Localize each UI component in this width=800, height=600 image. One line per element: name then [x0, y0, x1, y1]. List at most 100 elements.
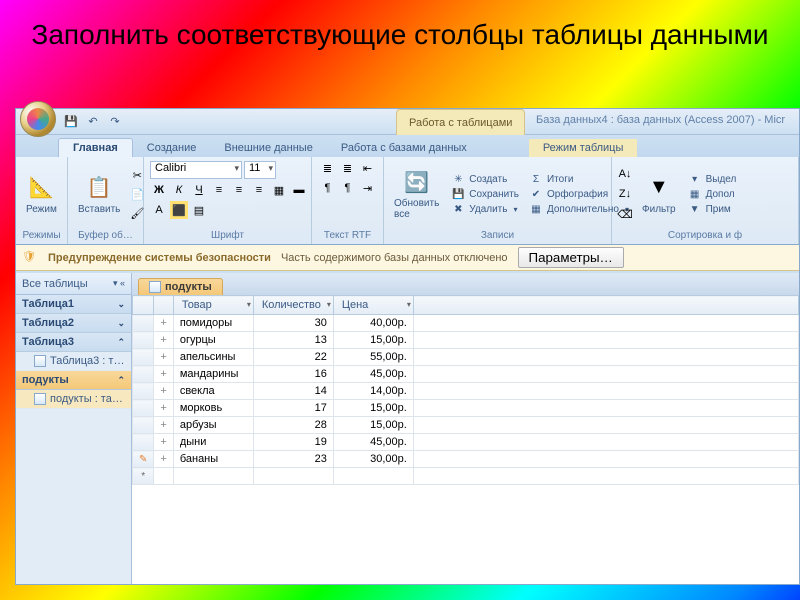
datasheet[interactable]: Товар▾Количество▾Цена▾+помидоры3040,00p.… — [132, 295, 799, 584]
nav-group-header[interactable]: Таблица1⌄ — [16, 295, 131, 314]
tab-tablemode[interactable]: Режим таблицы — [529, 139, 638, 157]
cell-qty[interactable]: 16 — [253, 366, 333, 383]
expand-row[interactable]: + — [154, 434, 173, 451]
cell-product[interactable]: бананы — [173, 451, 253, 468]
row-selector[interactable] — [133, 417, 154, 434]
highlight-icon[interactable]: ⬛ — [170, 201, 188, 219]
tab-create[interactable]: Создание — [133, 139, 211, 157]
ltr-icon[interactable]: ¶ — [319, 179, 337, 197]
advanced-button[interactable]: ▦Допол — [684, 187, 741, 201]
indent-dec-icon[interactable]: ⇤ — [359, 159, 377, 177]
save-record-button[interactable]: 💾Сохранить — [447, 187, 523, 201]
row-selector[interactable] — [133, 383, 154, 400]
row-selector[interactable]: ✎ — [133, 451, 154, 468]
cell-product[interactable]: помидоры — [173, 315, 253, 332]
tab-external[interactable]: Внешние данные — [210, 139, 326, 157]
cell-price[interactable]: 14,00p. — [333, 383, 413, 400]
delete-record-button[interactable]: ✖Удалить▾ — [447, 202, 523, 216]
new-record-button[interactable]: ✳Создать — [447, 172, 523, 186]
cell-product[interactable]: огурцы — [173, 332, 253, 349]
fill-color-icon[interactable]: ▬ — [290, 181, 308, 199]
tab-dbtools[interactable]: Работа с базами данных — [327, 139, 481, 157]
cell-qty[interactable]: 17 — [253, 400, 333, 417]
font-name-combo[interactable]: Calibri — [150, 161, 242, 179]
row-selector[interactable] — [133, 366, 154, 383]
nav-item[interactable]: подукты : та… — [16, 390, 131, 409]
row-selector[interactable] — [133, 349, 154, 366]
cell-price[interactable]: 30,00p. — [333, 451, 413, 468]
numbering-icon[interactable]: ≣ — [339, 159, 357, 177]
expand-row[interactable]: + — [154, 417, 173, 434]
office-button[interactable] — [20, 101, 56, 137]
align-left-icon[interactable]: ≡ — [210, 181, 228, 199]
row-selector[interactable] — [133, 315, 154, 332]
bullets-icon[interactable]: ≣ — [319, 159, 337, 177]
toggle-filter-button[interactable]: ▼Прим — [684, 202, 741, 216]
underline-button[interactable]: Ч — [190, 181, 208, 199]
cell-qty[interactable]: 13 — [253, 332, 333, 349]
column-header[interactable]: Цена▾ — [333, 296, 413, 315]
nav-group-header[interactable]: подукты⌃ — [16, 371, 131, 390]
rtl-icon[interactable]: ¶ — [339, 179, 357, 197]
cell-price[interactable]: 45,00p. — [333, 366, 413, 383]
cell-price[interactable]: 55,00p. — [333, 349, 413, 366]
cell-qty[interactable]: 23 — [253, 451, 333, 468]
expand-row[interactable]: + — [154, 332, 173, 349]
refresh-button[interactable]: 🔄 Обновить все — [388, 166, 445, 222]
filter-button[interactable]: ▼ Фильтр — [636, 172, 682, 217]
indent-inc-icon[interactable]: ⇥ — [359, 179, 377, 197]
cell-qty[interactable]: 28 — [253, 417, 333, 434]
cell-product[interactable]: дыни — [173, 434, 253, 451]
cell-product[interactable]: мандарины — [173, 366, 253, 383]
expand-row[interactable]: + — [154, 400, 173, 417]
cell-price[interactable]: 15,00p. — [333, 417, 413, 434]
cell-price[interactable]: 15,00p. — [333, 332, 413, 349]
font-size-combo[interactable]: 11 — [244, 161, 276, 179]
expand-row[interactable]: + — [154, 366, 173, 383]
cell-qty[interactable]: 22 — [253, 349, 333, 366]
select-all[interactable] — [133, 296, 154, 315]
sort-asc-icon[interactable]: A↓ — [616, 165, 634, 183]
font-color-icon[interactable]: A — [150, 201, 168, 219]
selection-button[interactable]: ▾Выдел — [684, 172, 741, 186]
expand-row[interactable]: + — [154, 383, 173, 400]
cell-qty[interactable]: 19 — [253, 434, 333, 451]
expand-row[interactable]: + — [154, 315, 173, 332]
redo-icon[interactable]: ↷ — [106, 113, 124, 131]
expand-row[interactable]: + — [154, 451, 173, 468]
save-icon[interactable]: 💾 — [62, 113, 80, 131]
clear-sort-icon[interactable]: ⌫ — [616, 205, 634, 223]
nav-item[interactable]: Таблица3 : т… — [16, 352, 131, 371]
undo-icon[interactable]: ↶ — [84, 113, 102, 131]
cell-qty[interactable]: 30 — [253, 315, 333, 332]
security-options-button[interactable]: Параметры… — [518, 247, 624, 268]
bold-button[interactable]: Ж — [150, 181, 168, 199]
row-selector[interactable] — [133, 434, 154, 451]
italic-button[interactable]: К — [170, 181, 188, 199]
expand-row[interactable]: + — [154, 349, 173, 366]
cell-product[interactable]: арбузы — [173, 417, 253, 434]
cell-price[interactable]: 15,00p. — [333, 400, 413, 417]
nav-pane-header[interactable]: Все таблицы ▾ « — [16, 273, 131, 295]
align-center-icon[interactable]: ≡ — [230, 181, 248, 199]
row-selector[interactable] — [133, 400, 154, 417]
paste-button[interactable]: 📋 Вставить — [72, 172, 126, 217]
cell-product[interactable]: морковь — [173, 400, 253, 417]
column-header[interactable]: Товар▾ — [173, 296, 253, 315]
align-right-icon[interactable]: ≡ — [250, 181, 268, 199]
cell-qty[interactable]: 14 — [253, 383, 333, 400]
cell-price[interactable]: 40,00p. — [333, 315, 413, 332]
cell-product[interactable]: апельсины — [173, 349, 253, 366]
cell-price[interactable]: 45,00p. — [333, 434, 413, 451]
alt-row-icon[interactable]: ▤ — [190, 201, 208, 219]
row-selector[interactable] — [133, 332, 154, 349]
nav-group-header[interactable]: Таблица2⌄ — [16, 314, 131, 333]
document-tab[interactable]: подукты — [138, 278, 223, 295]
tab-home[interactable]: Главная — [58, 138, 133, 157]
sort-desc-icon[interactable]: Z↓ — [616, 185, 634, 203]
gridlines-icon[interactable]: ▦ — [270, 181, 288, 199]
new-row-selector[interactable]: * — [133, 468, 154, 485]
column-header[interactable]: Количество▾ — [253, 296, 333, 315]
cell-product[interactable]: свекла — [173, 383, 253, 400]
view-button[interactable]: 📐 Режим — [20, 172, 63, 217]
